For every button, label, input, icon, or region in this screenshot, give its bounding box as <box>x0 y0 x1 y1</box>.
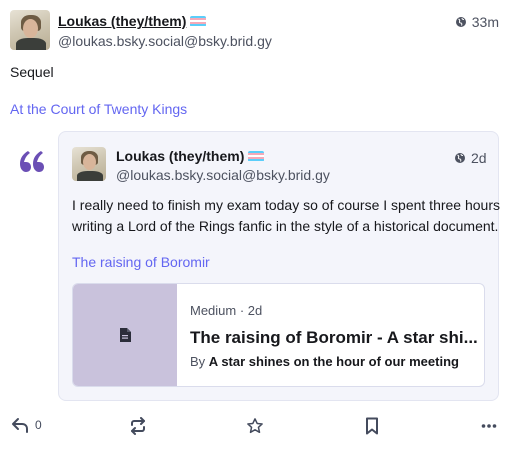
quoted-time: 2d <box>471 150 487 166</box>
quoted-body-line-2: writing a Lord of the Rings fanfic in th… <box>72 218 499 234</box>
post-link[interactable]: At the Court of Twenty Kings <box>10 100 187 118</box>
star-icon <box>247 418 263 434</box>
bookmark-button[interactable] <box>365 417 379 435</box>
boost-button[interactable] <box>129 417 147 435</box>
post-body: Sequel <box>10 64 54 80</box>
reply-button[interactable]: 0 <box>11 417 42 433</box>
post-timestamp[interactable]: 33m <box>455 14 499 30</box>
globe-icon <box>455 17 466 27</box>
quote-icon <box>18 150 44 179</box>
trans-flag-icon <box>190 15 207 27</box>
author-avatar[interactable] <box>10 10 50 50</box>
reply-icon <box>12 418 28 433</box>
quoted-author-avatar[interactable] <box>72 147 106 181</box>
favourite-button[interactable] <box>246 417 264 435</box>
link-preview-by: By <box>190 354 206 369</box>
link-preview-author: A star shines on the hour of our meeting <box>208 354 459 369</box>
more-icon <box>481 424 497 428</box>
trans-flag-icon <box>248 150 265 162</box>
author-handle[interactable]: @loukas.bsky.social@bsky.brid.gy <box>58 32 272 50</box>
link-preview-thumbnail <box>73 284 177 386</box>
globe-icon <box>455 153 465 163</box>
quoted-author-name[interactable]: Loukas (they/them) <box>116 147 244 165</box>
more-button[interactable] <box>481 418 497 434</box>
boost-icon <box>131 417 145 435</box>
quoted-author-handle[interactable]: @loukas.bsky.social@bsky.brid.gy <box>116 166 330 184</box>
link-preview-source: Medium · 2d <box>190 303 263 318</box>
quoted-timestamp[interactable]: 2d <box>454 150 487 166</box>
reply-count: 0 <box>35 418 42 432</box>
post-time: 33m <box>471 14 499 30</box>
quoted-body-line-1: I really need to finish my exam today so… <box>72 197 500 213</box>
document-icon <box>120 328 131 342</box>
bookmark-icon <box>366 417 378 435</box>
link-preview-title[interactable]: The raising of Boromir - A star shi... <box>190 327 478 349</box>
link-preview-card[interactable]: Medium · 2d The raising of Boromir - A s… <box>72 283 485 387</box>
quoted-post-link[interactable]: The raising of Boromir <box>72 253 210 271</box>
author-name[interactable]: Loukas (they/them) <box>58 12 186 30</box>
